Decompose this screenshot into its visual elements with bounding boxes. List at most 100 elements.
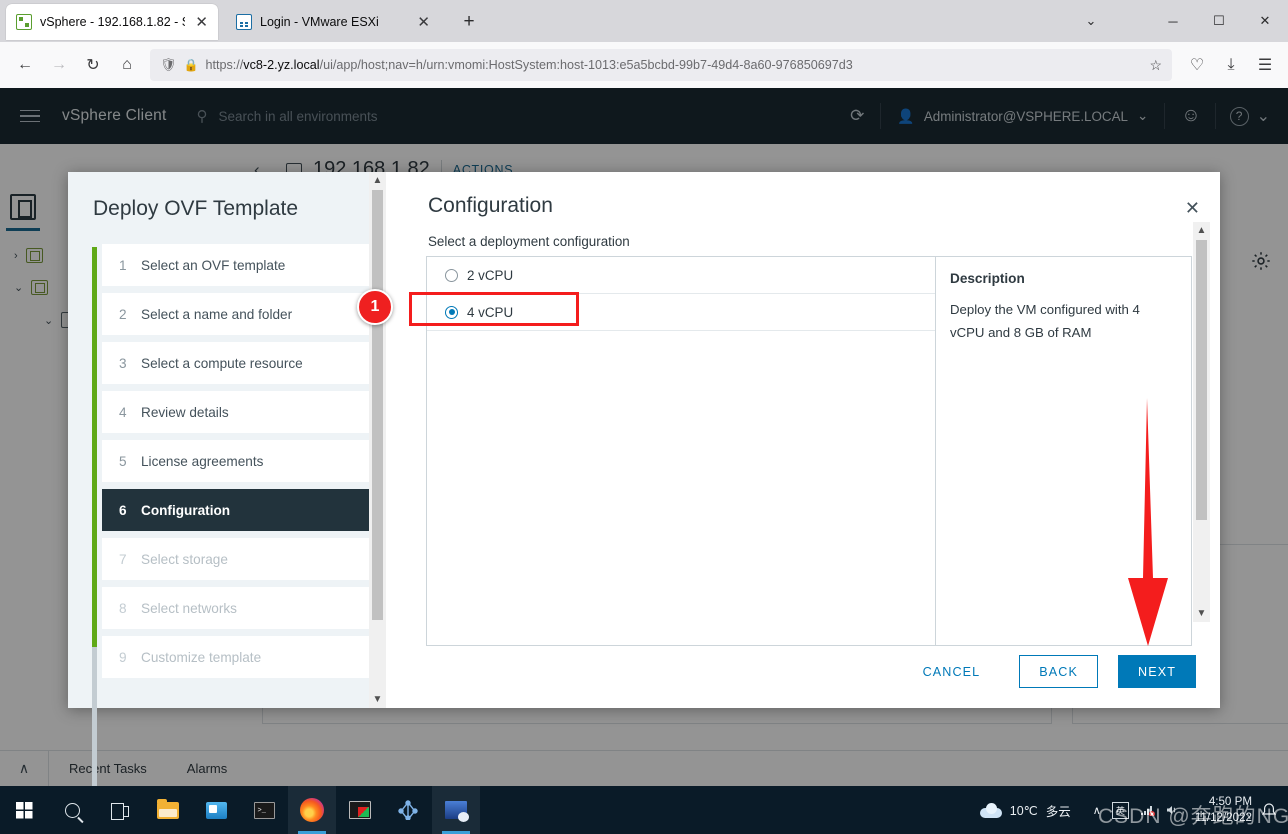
- wizard-scrollbar[interactable]: ▲ ▼: [369, 172, 386, 708]
- tab-title: vSphere - 192.168.1.82 - Summa: [40, 15, 185, 29]
- file-explorer-button[interactable]: [144, 786, 192, 834]
- blue-app-button[interactable]: [192, 786, 240, 834]
- wizard-step-6[interactable]: 6 Configuration: [102, 489, 370, 531]
- radio-icon[interactable]: [445, 268, 458, 282]
- dialog-footer: CANCEL BACK NEXT: [904, 655, 1196, 688]
- back-button[interactable]: BACK: [1019, 655, 1098, 688]
- home-button[interactable]: ⌂: [110, 49, 144, 81]
- remote-desktop-icon: [349, 801, 371, 819]
- option-2-vcpu[interactable]: 2 vCPU: [427, 257, 935, 294]
- vmware-button[interactable]: [384, 786, 432, 834]
- mstsc-button[interactable]: [432, 786, 480, 834]
- wizard-step-4[interactable]: 4 Review details: [102, 391, 370, 433]
- new-tab-button[interactable]: +: [456, 10, 482, 36]
- wizard-step-3[interactable]: 3 Select a compute resource: [102, 342, 370, 384]
- annotation-highlight-4vcpu: [409, 292, 579, 326]
- close-icon[interactable]: ✕: [1185, 198, 1200, 219]
- vsphere-icon: [16, 14, 32, 30]
- step-label: Customize template: [141, 649, 262, 665]
- screen: vSphere - 192.168.1.82 - Summa ✕ Login -…: [0, 0, 1288, 834]
- lock-warning-icon[interactable]: 🔒: [184, 58, 199, 72]
- dialog-title: Deploy OVF Template: [93, 197, 299, 220]
- wizard-step-5[interactable]: 5 License agreements: [102, 440, 370, 482]
- firefox-button[interactable]: [288, 786, 336, 834]
- wizard-step-8[interactable]: 8 Select networks: [102, 587, 370, 629]
- browser-tab-esxi[interactable]: Login - VMware ESXi ✕: [226, 4, 440, 40]
- step-label: Select a compute resource: [141, 355, 303, 371]
- folder-icon: [157, 798, 179, 819]
- pocket-icon[interactable]: ♡: [1180, 49, 1214, 81]
- scroll-down-icon[interactable]: ▼: [1193, 605, 1210, 622]
- wizard-steps-panel: Deploy OVF Template 1 Select an OVF temp…: [68, 172, 386, 815]
- blue-app-icon: [205, 801, 227, 819]
- mstsc-icon: [445, 801, 469, 822]
- wizard-step-list: 1 Select an OVF template 2 Select a name…: [92, 244, 370, 685]
- scroll-up-icon[interactable]: ▲: [1193, 222, 1210, 239]
- close-window-button[interactable]: ✕: [1242, 13, 1288, 29]
- bookmark-star-icon[interactable]: ☆: [1149, 57, 1162, 74]
- step-number: 3: [119, 355, 127, 371]
- step-label: Select storage: [141, 551, 228, 567]
- tab-title: Login - VMware ESXi: [260, 15, 379, 29]
- search-icon: [64, 802, 80, 818]
- back-button[interactable]: ←: [8, 49, 42, 81]
- scrollbar-thumb[interactable]: [372, 190, 383, 620]
- search-button[interactable]: [48, 786, 96, 834]
- task-view-icon: [111, 802, 129, 820]
- url-host: vc8-2.yz.local: [243, 58, 320, 72]
- description-text: Deploy the VM configured with 4 vCPU and…: [950, 302, 1140, 341]
- step-label: Review details: [141, 404, 229, 420]
- cloud-icon: [979, 802, 1002, 818]
- weather-condition: 多云: [1045, 804, 1071, 819]
- wizard-step-9[interactable]: 9 Customize template: [102, 636, 370, 678]
- step-number: 5: [119, 453, 127, 469]
- remote-desktop-button[interactable]: [336, 786, 384, 834]
- annotation-badge-1: 1: [357, 289, 393, 325]
- terminal-button[interactable]: [240, 786, 288, 834]
- address-bar[interactable]: 🛡 🔒 https://vc8-2.yz.local/ui/app/host;n…: [150, 49, 1172, 81]
- maximize-button[interactable]: ☐: [1196, 13, 1242, 29]
- step-label: Configuration: [141, 502, 231, 518]
- scroll-down-icon[interactable]: ▼: [369, 691, 386, 708]
- forward-button[interactable]: →: [42, 49, 76, 81]
- content-scrollbar[interactable]: ▲ ▼: [1193, 222, 1210, 622]
- configuration-heading: Configuration: [428, 194, 553, 217]
- task-view-button[interactable]: [96, 786, 144, 834]
- browser-tab-vsphere[interactable]: vSphere - 192.168.1.82 - Summa ✕: [6, 4, 218, 40]
- step-number: 6: [119, 502, 127, 518]
- url-path: /ui/app/host;nav=h/urn:vmomi:HostSystem:…: [319, 58, 853, 72]
- wizard-step-2[interactable]: 2 Select a name and folder: [102, 293, 370, 335]
- weather-temperature: 10℃: [1009, 803, 1038, 818]
- configuration-panel: Configuration ✕ Select a deployment conf…: [386, 172, 1220, 708]
- step-label: License agreements: [141, 453, 264, 469]
- watermark: CSDN @奔跑的NGINX: [1098, 805, 1288, 828]
- wizard-step-1[interactable]: 1 Select an OVF template: [102, 244, 370, 286]
- start-button[interactable]: [0, 786, 48, 834]
- deploy-ovf-template-dialog: Deploy OVF Template 1 Select an OVF temp…: [68, 172, 1220, 815]
- step-number: 2: [119, 306, 127, 322]
- step-number: 8: [119, 600, 127, 616]
- close-icon[interactable]: ✕: [193, 15, 210, 30]
- reload-button[interactable]: ↻: [76, 49, 110, 81]
- app-menu-icon[interactable]: ☰: [1248, 49, 1282, 81]
- step-number: 4: [119, 404, 127, 420]
- next-button[interactable]: NEXT: [1118, 655, 1196, 688]
- downloads-icon[interactable]: ⤓: [1214, 49, 1248, 81]
- option-label: 2 vCPU: [467, 267, 514, 283]
- scroll-up-icon[interactable]: ▲: [369, 172, 386, 189]
- minimize-button[interactable]: ─: [1150, 14, 1196, 29]
- esxi-icon: [236, 14, 252, 30]
- browser-tab-strip: vSphere - 192.168.1.82 - Summa ✕ Login -…: [0, 0, 1288, 42]
- step-label: Select a name and folder: [141, 306, 293, 322]
- cancel-button[interactable]: CANCEL: [904, 655, 1000, 688]
- weather-widget[interactable]: 10℃ 多云: [968, 801, 1083, 820]
- close-icon[interactable]: ✕: [415, 15, 432, 30]
- scrollbar-thumb[interactable]: [1196, 240, 1207, 520]
- windows-taskbar: 10℃ 多云 ∧ 英 4:50 PM 11/12/2022: [0, 786, 1288, 834]
- option-empty-row: [427, 331, 935, 368]
- list-all-tabs-icon[interactable]: ⌄: [1068, 13, 1114, 29]
- wizard-step-7[interactable]: 7 Select storage: [102, 538, 370, 580]
- shield-icon[interactable]: 🛡: [160, 57, 177, 73]
- step-number: 7: [119, 551, 127, 567]
- step-number: 9: [119, 649, 127, 665]
